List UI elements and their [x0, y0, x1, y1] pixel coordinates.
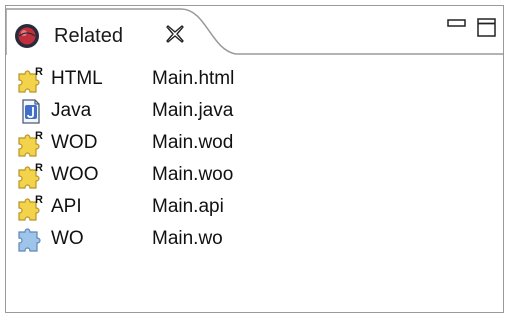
- list-item[interactable]: Java Main.java: [6, 95, 503, 127]
- item-type: WO: [51, 228, 84, 249]
- java-file-icon: [22, 99, 40, 124]
- puzzle-r-icon: R: [18, 66, 43, 93]
- puzzle-r-icon: R: [18, 130, 43, 157]
- item-file: Main.api: [152, 196, 224, 217]
- close-icon[interactable]: [164, 23, 186, 45]
- puzzle-r-icon: R: [18, 162, 43, 189]
- maximize-icon[interactable]: [476, 17, 498, 39]
- item-type: WOD: [51, 132, 98, 153]
- list-item[interactable]: R HTML Main.html: [6, 63, 503, 95]
- item-type: HTML: [51, 68, 103, 89]
- puzzle-blue-icon: [18, 228, 41, 252]
- item-type: Java: [51, 100, 92, 121]
- list-item[interactable]: WO Main.wo: [6, 223, 503, 255]
- list-item[interactable]: R WOD Main.wod: [6, 127, 503, 159]
- svg-text:R: R: [35, 162, 43, 174]
- list-item[interactable]: R API Main.api: [6, 191, 503, 223]
- puzzle-r-icon: R: [18, 194, 43, 221]
- eclipse-icon: [15, 24, 39, 48]
- related-list: R HTML Main.html Java Main.java R WOD Ma…: [6, 63, 503, 255]
- related-view: Related R HTML Main.html Java Main.java …: [5, 5, 504, 313]
- item-type: WOO: [51, 164, 99, 185]
- item-file: Main.java: [152, 100, 234, 121]
- view-tab-bar: Related: [6, 6, 503, 56]
- item-file: Main.html: [152, 68, 235, 89]
- tab-label: Related: [54, 25, 123, 47]
- svg-text:R: R: [35, 194, 43, 206]
- minimize-icon[interactable]: [446, 17, 468, 39]
- list-item[interactable]: R WOO Main.woo: [6, 159, 503, 191]
- item-file: Main.woo: [152, 164, 234, 185]
- item-type: API: [51, 196, 82, 217]
- svg-text:R: R: [35, 66, 43, 78]
- item-file: Main.wo: [152, 228, 223, 249]
- svg-text:R: R: [35, 130, 43, 142]
- item-file: Main.wod: [152, 132, 234, 153]
